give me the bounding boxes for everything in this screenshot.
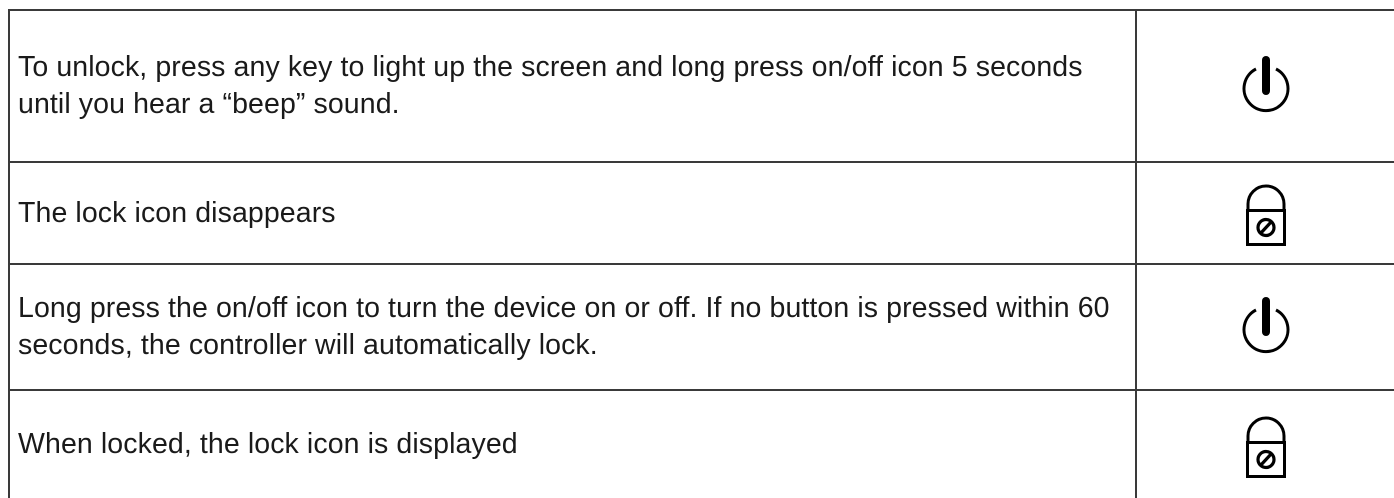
lock-icon — [1243, 411, 1289, 479]
icon-cell — [1137, 11, 1394, 161]
table-row: To unlock, press any key to light up the… — [10, 11, 1394, 163]
icon-cell — [1137, 163, 1394, 263]
lock-icon — [1243, 179, 1289, 247]
instruction-text: The lock icon disappears — [10, 163, 1137, 263]
instruction-table: To unlock, press any key to light up the… — [8, 9, 1394, 498]
icon-cell — [1137, 265, 1394, 389]
power-icon — [1240, 294, 1292, 360]
table-row: The lock icon disappears — [10, 163, 1394, 265]
power-icon — [1240, 53, 1292, 119]
instruction-text: Long press the on/off icon to turn the d… — [10, 265, 1137, 389]
table-row: Long press the on/off icon to turn the d… — [10, 265, 1394, 391]
icon-cell — [1137, 391, 1394, 498]
table-row: When locked, the lock icon is displayed — [10, 391, 1394, 498]
instruction-text: When locked, the lock icon is displayed — [10, 391, 1137, 498]
instruction-text: To unlock, press any key to light up the… — [10, 11, 1137, 161]
